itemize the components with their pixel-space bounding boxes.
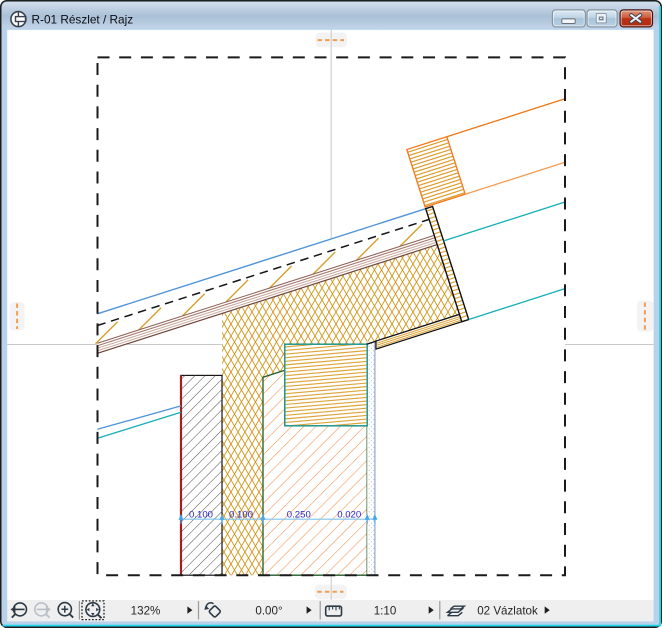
svg-text:R-01 Részlet / Rajz: R-01 Részlet / Rajz <box>32 13 134 27</box>
svg-text:132%: 132% <box>131 605 161 618</box>
svg-text:1:10: 1:10 <box>374 605 397 618</box>
svg-text:0.020: 0.020 <box>337 509 361 520</box>
svg-text:0.00°: 0.00° <box>255 605 282 618</box>
svg-text:0.250: 0.250 <box>287 509 311 520</box>
svg-text:02 Vázlatok: 02 Vázlatok <box>477 605 538 618</box>
svg-text:0.100: 0.100 <box>229 509 253 520</box>
svg-text:0.100: 0.100 <box>189 509 213 520</box>
